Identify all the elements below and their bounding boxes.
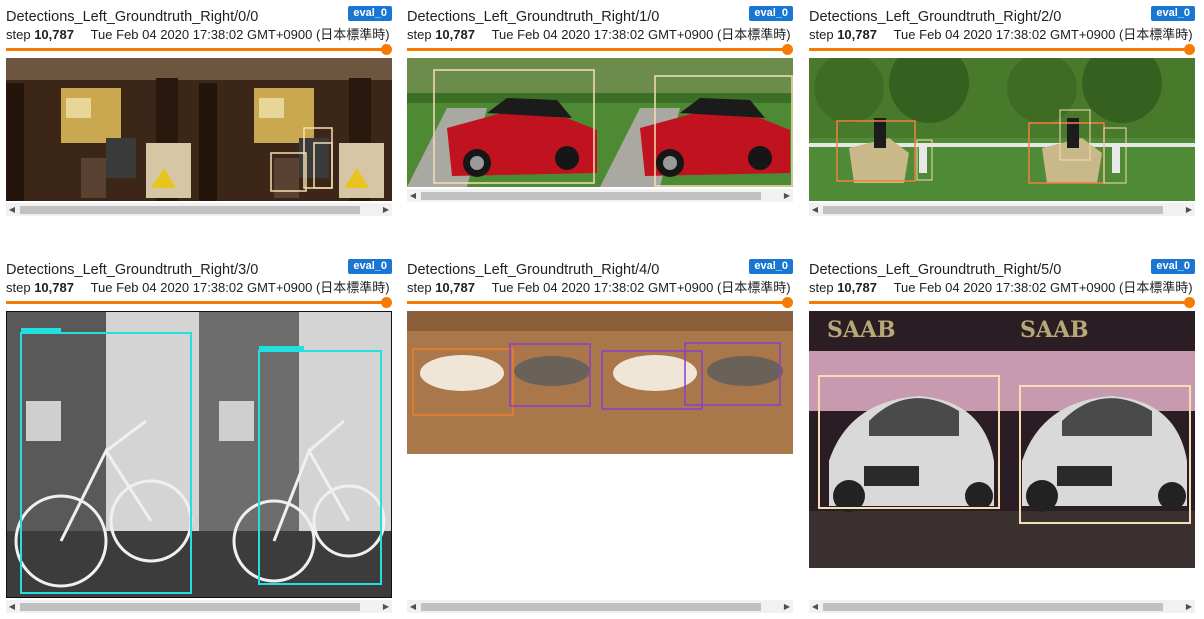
card-title: Detections_Left_Groundtruth_Right/4/0 bbox=[407, 262, 660, 278]
horizontal-scrollbar[interactable]: ◀ ▶ bbox=[6, 203, 392, 216]
slider-track bbox=[407, 48, 788, 51]
slider-knob[interactable] bbox=[782, 297, 793, 308]
run-badge: eval_0 bbox=[1151, 6, 1195, 21]
detection-image bbox=[407, 58, 793, 187]
horizontal-scrollbar[interactable]: ◀ ▶ bbox=[809, 203, 1195, 216]
timestamp: Tue Feb 04 2020 17:38:02 GMT+0900 (日本標準時… bbox=[491, 280, 791, 295]
slider-knob[interactable] bbox=[1184, 44, 1195, 55]
scroll-right-arrow-icon[interactable]: ▶ bbox=[1183, 600, 1195, 613]
scroll-left-arrow-icon[interactable]: ◀ bbox=[6, 600, 18, 613]
horizontal-scrollbar[interactable]: ◀ ▶ bbox=[407, 600, 793, 613]
slider-track bbox=[809, 48, 1190, 51]
step-slider[interactable] bbox=[407, 297, 793, 309]
step-label: step bbox=[6, 27, 31, 42]
detection-image: SAAB SAAB bbox=[809, 311, 1195, 568]
scrollbar-thumb[interactable] bbox=[823, 206, 1163, 214]
scroll-left-arrow-icon[interactable]: ◀ bbox=[407, 600, 419, 613]
horizontal-scrollbar[interactable]: ◀ ▶ bbox=[407, 189, 793, 202]
scroll-right-arrow-icon[interactable]: ▶ bbox=[380, 600, 392, 613]
card-title: Detections_Left_Groundtruth_Right/1/0 bbox=[407, 9, 660, 25]
step-label: step bbox=[407, 280, 432, 295]
scroll-left-arrow-icon[interactable]: ◀ bbox=[809, 203, 821, 216]
step-info: step 10,787 Tue Feb 04 2020 17:38:02 GMT… bbox=[809, 279, 1195, 296]
scroll-left-arrow-icon[interactable]: ◀ bbox=[6, 203, 18, 216]
slider-track bbox=[6, 301, 387, 304]
step-value: 10,787 bbox=[837, 280, 877, 295]
horizontal-scrollbar[interactable]: ◀ ▶ bbox=[809, 600, 1195, 613]
scrollbar-thumb[interactable] bbox=[20, 206, 360, 214]
detection-image bbox=[6, 58, 392, 201]
image-card-3: Detections_Left_Groundtruth_Right/3/0 ev… bbox=[6, 257, 392, 613]
scrollbar-thumb[interactable] bbox=[823, 603, 1163, 611]
step-slider[interactable] bbox=[407, 44, 793, 56]
scrollbar-thumb[interactable] bbox=[421, 192, 761, 200]
detection-image bbox=[809, 58, 1195, 201]
card-title: Detections_Left_Groundtruth_Right/3/0 bbox=[6, 262, 259, 278]
slider-track bbox=[6, 48, 387, 51]
saab-logo-text: SAAB bbox=[827, 317, 896, 343]
card-title: Detections_Left_Groundtruth_Right/2/0 bbox=[809, 9, 1062, 25]
step-value: 10,787 bbox=[435, 280, 475, 295]
step-label: step bbox=[809, 280, 834, 295]
image-card-0: Detections_Left_Groundtruth_Right/0/0 ev… bbox=[6, 4, 392, 216]
scroll-left-arrow-icon[interactable]: ◀ bbox=[407, 189, 419, 202]
timestamp: Tue Feb 04 2020 17:38:02 GMT+0900 (日本標準時… bbox=[893, 280, 1193, 295]
empty-space bbox=[809, 568, 1195, 598]
step-slider[interactable] bbox=[6, 44, 392, 56]
image-card-2: Detections_Left_Groundtruth_Right/2/0 ev… bbox=[809, 4, 1195, 216]
step-label: step bbox=[407, 27, 432, 42]
card-title: Detections_Left_Groundtruth_Right/5/0 bbox=[809, 262, 1062, 278]
timestamp: Tue Feb 04 2020 17:38:02 GMT+0900 (日本標準時… bbox=[893, 27, 1193, 42]
step-info: step 10,787 Tue Feb 04 2020 17:38:02 GMT… bbox=[6, 26, 392, 43]
saab-logo-text: SAAB bbox=[1020, 317, 1089, 343]
timestamp: Tue Feb 04 2020 17:38:02 GMT+0900 (日本標準時… bbox=[90, 280, 390, 295]
scroll-right-arrow-icon[interactable]: ▶ bbox=[781, 600, 793, 613]
step-value: 10,787 bbox=[837, 27, 877, 42]
image-card-1: Detections_Left_Groundtruth_Right/1/0 ev… bbox=[407, 4, 793, 202]
slider-track bbox=[407, 301, 788, 304]
timestamp: Tue Feb 04 2020 17:38:02 GMT+0900 (日本標準時… bbox=[90, 27, 390, 42]
slider-knob[interactable] bbox=[381, 44, 392, 55]
detection-image bbox=[6, 311, 392, 598]
step-value: 10,787 bbox=[435, 27, 475, 42]
step-info: step 10,787 Tue Feb 04 2020 17:38:02 GMT… bbox=[407, 26, 793, 43]
run-badge: eval_0 bbox=[749, 259, 793, 274]
slider-knob[interactable] bbox=[782, 44, 793, 55]
scroll-right-arrow-icon[interactable]: ▶ bbox=[1183, 203, 1195, 216]
scroll-left-arrow-icon[interactable]: ◀ bbox=[809, 600, 821, 613]
slider-track bbox=[809, 301, 1190, 304]
step-slider[interactable] bbox=[809, 297, 1195, 309]
timestamp: Tue Feb 04 2020 17:38:02 GMT+0900 (日本標準時… bbox=[491, 27, 791, 42]
step-info: step 10,787 Tue Feb 04 2020 17:38:02 GMT… bbox=[6, 279, 392, 296]
scroll-right-arrow-icon[interactable]: ▶ bbox=[781, 189, 793, 202]
scrollbar-thumb[interactable] bbox=[421, 603, 761, 611]
step-slider[interactable] bbox=[809, 44, 1195, 56]
card-title: Detections_Left_Groundtruth_Right/0/0 bbox=[6, 9, 259, 25]
slider-knob[interactable] bbox=[1184, 297, 1195, 308]
horizontal-scrollbar[interactable]: ◀ ▶ bbox=[6, 600, 392, 613]
empty-space bbox=[407, 454, 793, 598]
step-label: step bbox=[809, 27, 834, 42]
step-slider[interactable] bbox=[6, 297, 392, 309]
run-badge: eval_0 bbox=[1151, 259, 1195, 274]
detection-image bbox=[407, 311, 793, 454]
step-value: 10,787 bbox=[34, 280, 74, 295]
run-badge: eval_0 bbox=[348, 259, 392, 274]
slider-knob[interactable] bbox=[381, 297, 392, 308]
step-value: 10,787 bbox=[34, 27, 74, 42]
step-label: step bbox=[6, 280, 31, 295]
run-badge: eval_0 bbox=[348, 6, 392, 21]
step-info: step 10,787 Tue Feb 04 2020 17:38:02 GMT… bbox=[407, 279, 793, 296]
scroll-right-arrow-icon[interactable]: ▶ bbox=[380, 203, 392, 216]
step-info: step 10,787 Tue Feb 04 2020 17:38:02 GMT… bbox=[809, 26, 1195, 43]
image-card-5: Detections_Left_Groundtruth_Right/5/0 ev… bbox=[809, 257, 1195, 613]
run-badge: eval_0 bbox=[749, 6, 793, 21]
image-card-4: Detections_Left_Groundtruth_Right/4/0 ev… bbox=[407, 257, 793, 613]
scrollbar-thumb[interactable] bbox=[20, 603, 360, 611]
